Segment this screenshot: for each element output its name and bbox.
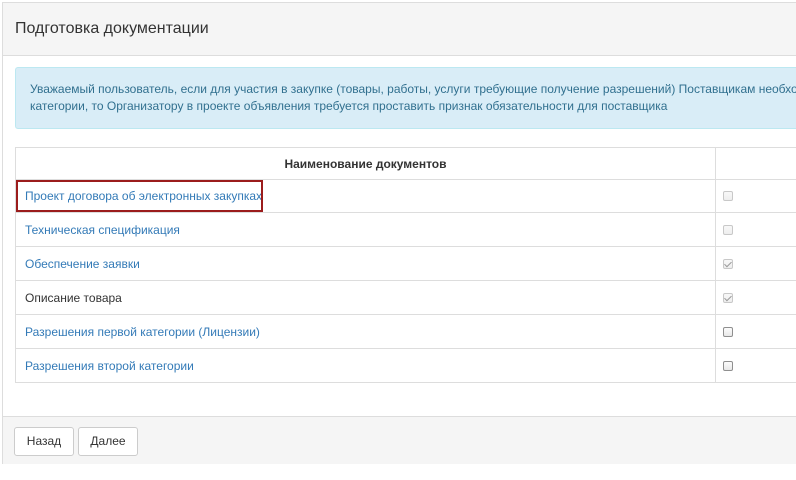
back-button[interactable]: Назад: [14, 427, 74, 456]
required-checkbox[interactable]: [723, 258, 733, 269]
required-cell: [715, 246, 796, 281]
table-row: Разрешения второй категории: [15, 348, 796, 383]
table-row: Техническая спецификация: [15, 212, 796, 247]
document-link-contract-draft[interactable]: Проект договора об электронных закупках: [25, 189, 262, 203]
info-alert: Уважаемый пользователь, если для участия…: [15, 67, 796, 129]
required-checkbox[interactable]: [723, 292, 733, 303]
document-name-cell: Техническая спецификация: [15, 212, 716, 247]
document-name-product-description: Описание товара: [25, 290, 122, 305]
document-link-technical-specification[interactable]: Техническая спецификация: [25, 223, 180, 237]
required-cell: [715, 212, 796, 247]
document-link-bid-security[interactable]: Обеспечение заявки: [25, 257, 140, 271]
column-header-document-name: Наименование документов: [15, 147, 716, 180]
table-row: Разрешения первой категории (Лицензии): [15, 314, 796, 349]
document-link-second-category-permits[interactable]: Разрешения второй категории: [25, 359, 194, 373]
document-name-cell: Разрешения первой категории (Лицензии): [15, 314, 716, 349]
required-cell: [715, 280, 796, 315]
table-row: Описание товара: [15, 280, 796, 315]
required-checkbox[interactable]: [723, 326, 733, 337]
required-cell: [715, 179, 796, 213]
required-checkbox[interactable]: [723, 191, 733, 201]
table-row: Проект договора об электронных закупках: [15, 179, 796, 213]
document-name-cell: Проект договора об электронных закупках: [15, 179, 716, 213]
documents-table: Наименование документов Проект договора …: [15, 147, 796, 383]
required-checkbox[interactable]: [723, 360, 733, 371]
panel-footer: Назад Далее: [3, 416, 796, 464]
table-row: Обеспечение заявки: [15, 246, 796, 281]
documentation-panel: Подготовка документации Уважаемый пользо…: [2, 2, 796, 464]
document-name-cell: Обеспечение заявки: [15, 246, 716, 281]
alert-text-line-2: категории, то Организатору в проекте объ…: [30, 99, 668, 113]
required-checkbox[interactable]: [723, 224, 733, 235]
table-header-row: Наименование документов: [15, 147, 796, 180]
document-name-cell: Описание товара: [15, 280, 716, 315]
panel-heading: Подготовка документации: [3, 3, 796, 56]
page-title: Подготовка документации: [15, 20, 209, 37]
document-link-first-category-permits[interactable]: Разрешения первой категории (Лицензии): [25, 325, 260, 339]
required-cell: [715, 314, 796, 349]
column-header-required: [715, 147, 796, 180]
document-name-cell: Разрешения второй категории: [15, 348, 716, 383]
alert-text-line-1: Уважаемый пользователь, если для участия…: [30, 82, 796, 96]
required-cell: [715, 348, 796, 383]
next-button[interactable]: Далее: [78, 427, 138, 456]
